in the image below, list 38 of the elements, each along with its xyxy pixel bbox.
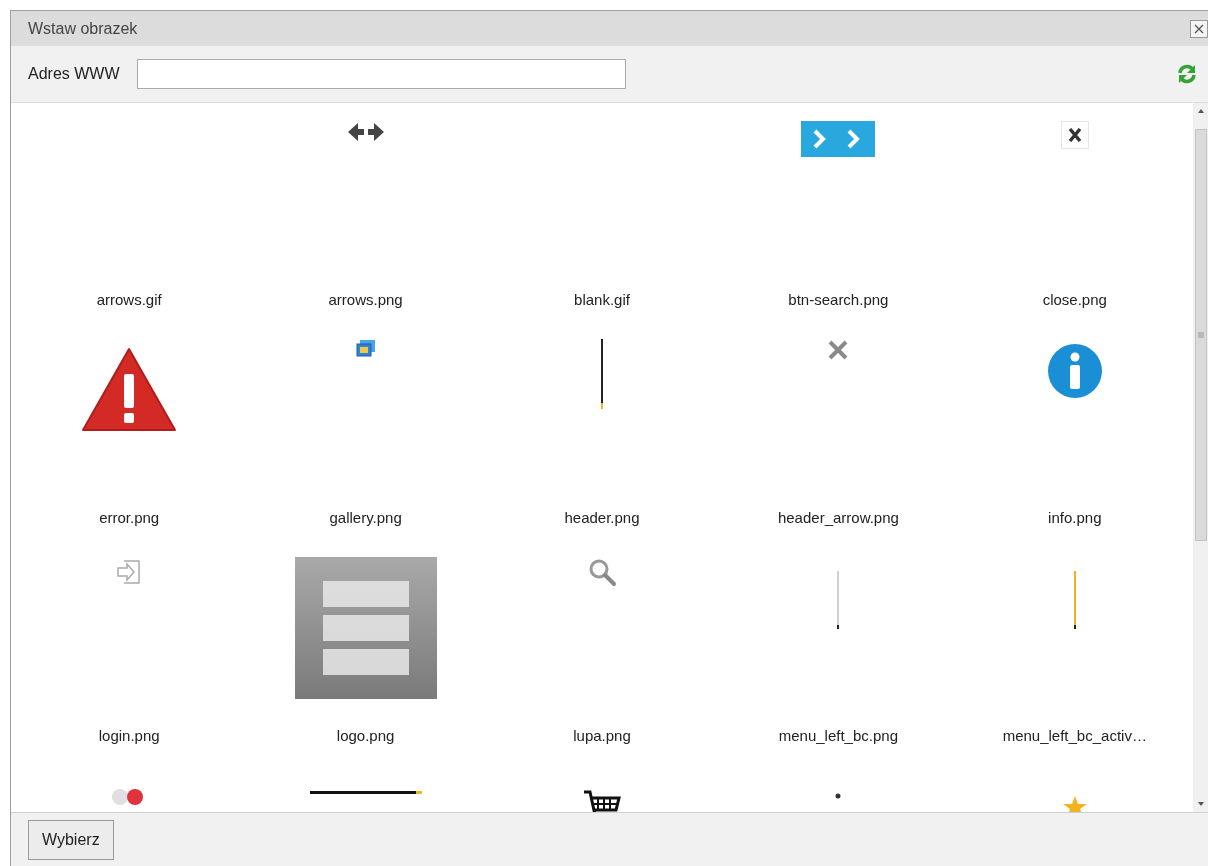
file-name: login.png	[98, 726, 160, 746]
file-name: gallery.png	[329, 508, 402, 528]
file-name: arrows.gif	[96, 290, 162, 310]
line-icon	[1072, 571, 1077, 629]
info-icon	[1046, 343, 1103, 399]
refresh-icon[interactable]	[1176, 63, 1198, 85]
grip-icon	[1197, 332, 1204, 338]
url-field[interactable]	[136, 59, 626, 89]
x-icon	[827, 339, 850, 361]
file-name: header_arrow.png	[777, 508, 899, 528]
star-icon	[1061, 795, 1088, 812]
file-name: header.png	[564, 508, 640, 528]
dot-icon	[835, 793, 842, 799]
file-name: btn-search.png	[788, 290, 889, 310]
file-name: close.png	[1042, 290, 1107, 310]
line-icon	[600, 339, 604, 409]
warning-icon	[80, 346, 179, 434]
close-icon	[1194, 23, 1204, 34]
file-name: blank.gif	[574, 290, 630, 310]
search-icon	[587, 557, 617, 587]
url-label: Adres WWW	[28, 64, 120, 84]
line-icon	[836, 571, 841, 629]
scrollbar[interactable]	[1193, 103, 1208, 812]
close-button[interactable]	[1190, 19, 1208, 38]
select-button[interactable]: Wybierz	[28, 819, 114, 860]
file-name: info.png	[1048, 508, 1102, 528]
file-name: logo.png	[336, 726, 395, 746]
close-icon	[1060, 121, 1089, 149]
file-name: error.png	[99, 508, 160, 528]
file-name: menu_left_bc.png	[778, 726, 898, 746]
file-name: arrows.png	[328, 290, 403, 310]
dialog-title: Wstaw obrazek	[28, 18, 138, 39]
line-icon	[309, 791, 422, 795]
file-name: menu_left_bc_activ…	[1002, 726, 1147, 746]
scroll-thumb[interactable]	[1194, 129, 1207, 541]
file-name: lupa.png	[573, 726, 631, 746]
chevrons-icon	[801, 121, 876, 157]
gallery-icon	[355, 339, 376, 357]
